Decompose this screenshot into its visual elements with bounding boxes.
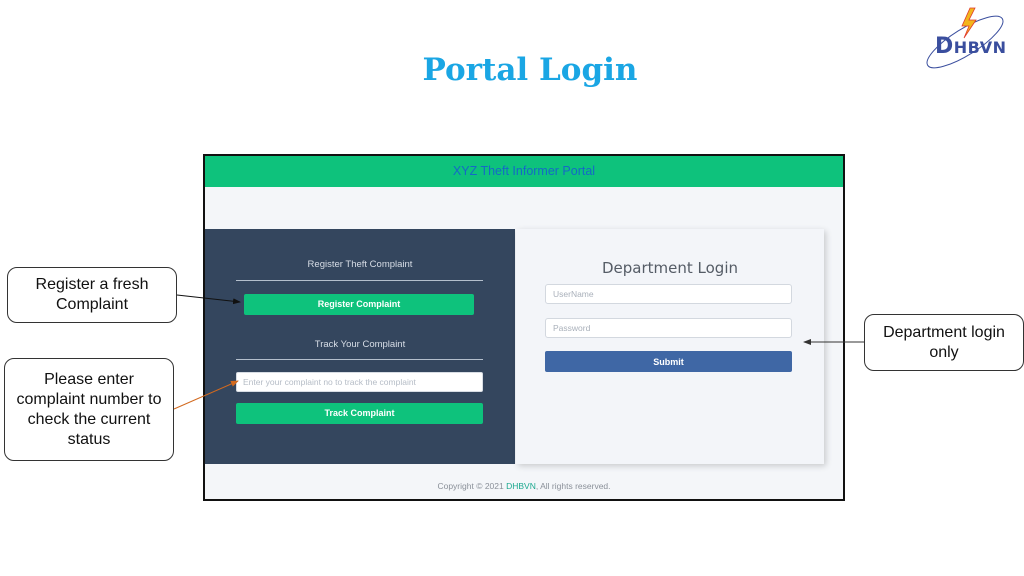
footer-prefix: Copyright © 2021 xyxy=(437,481,507,491)
register-divider xyxy=(236,280,483,281)
portal-header: XYZ Theft Informer Portal xyxy=(205,156,843,187)
footer-suffix: , All rights reserved. xyxy=(535,481,611,491)
password-input[interactable] xyxy=(545,318,792,338)
portal-screenshot: XYZ Theft Informer Portal Register Theft… xyxy=(203,154,845,501)
callout-department: Department login only xyxy=(864,314,1024,371)
track-divider xyxy=(236,359,483,360)
register-section-title: Register Theft Complaint xyxy=(307,259,413,270)
submit-button[interactable]: Submit xyxy=(545,351,792,372)
slide-title: Portal Login xyxy=(422,52,638,88)
dhbvn-logo: DHBVN xyxy=(920,4,1020,70)
callout-register: Register a fresh Complaint xyxy=(7,267,177,323)
department-login-title: Department Login xyxy=(601,259,738,277)
footer-copyright: Copyright © 2021 DHBVN, All rights reser… xyxy=(205,481,843,491)
track-complaint-button[interactable]: Track Complaint xyxy=(236,403,483,424)
footer-brand-link[interactable]: DHBVN xyxy=(506,481,536,491)
complaint-panel: Register Theft Complaint Register Compla… xyxy=(205,229,515,464)
callout-track: Please enter complaint number to check t… xyxy=(4,358,174,461)
complaint-number-input[interactable] xyxy=(236,372,483,392)
department-login-panel: Department Login Submit xyxy=(516,229,824,464)
logo-text-rest: HBVN xyxy=(953,38,1007,57)
track-section-title: Track Your Complaint xyxy=(314,339,406,350)
username-input[interactable] xyxy=(545,284,792,304)
register-complaint-button[interactable]: Register Complaint xyxy=(244,294,474,315)
logo-text-big: D xyxy=(935,34,954,59)
